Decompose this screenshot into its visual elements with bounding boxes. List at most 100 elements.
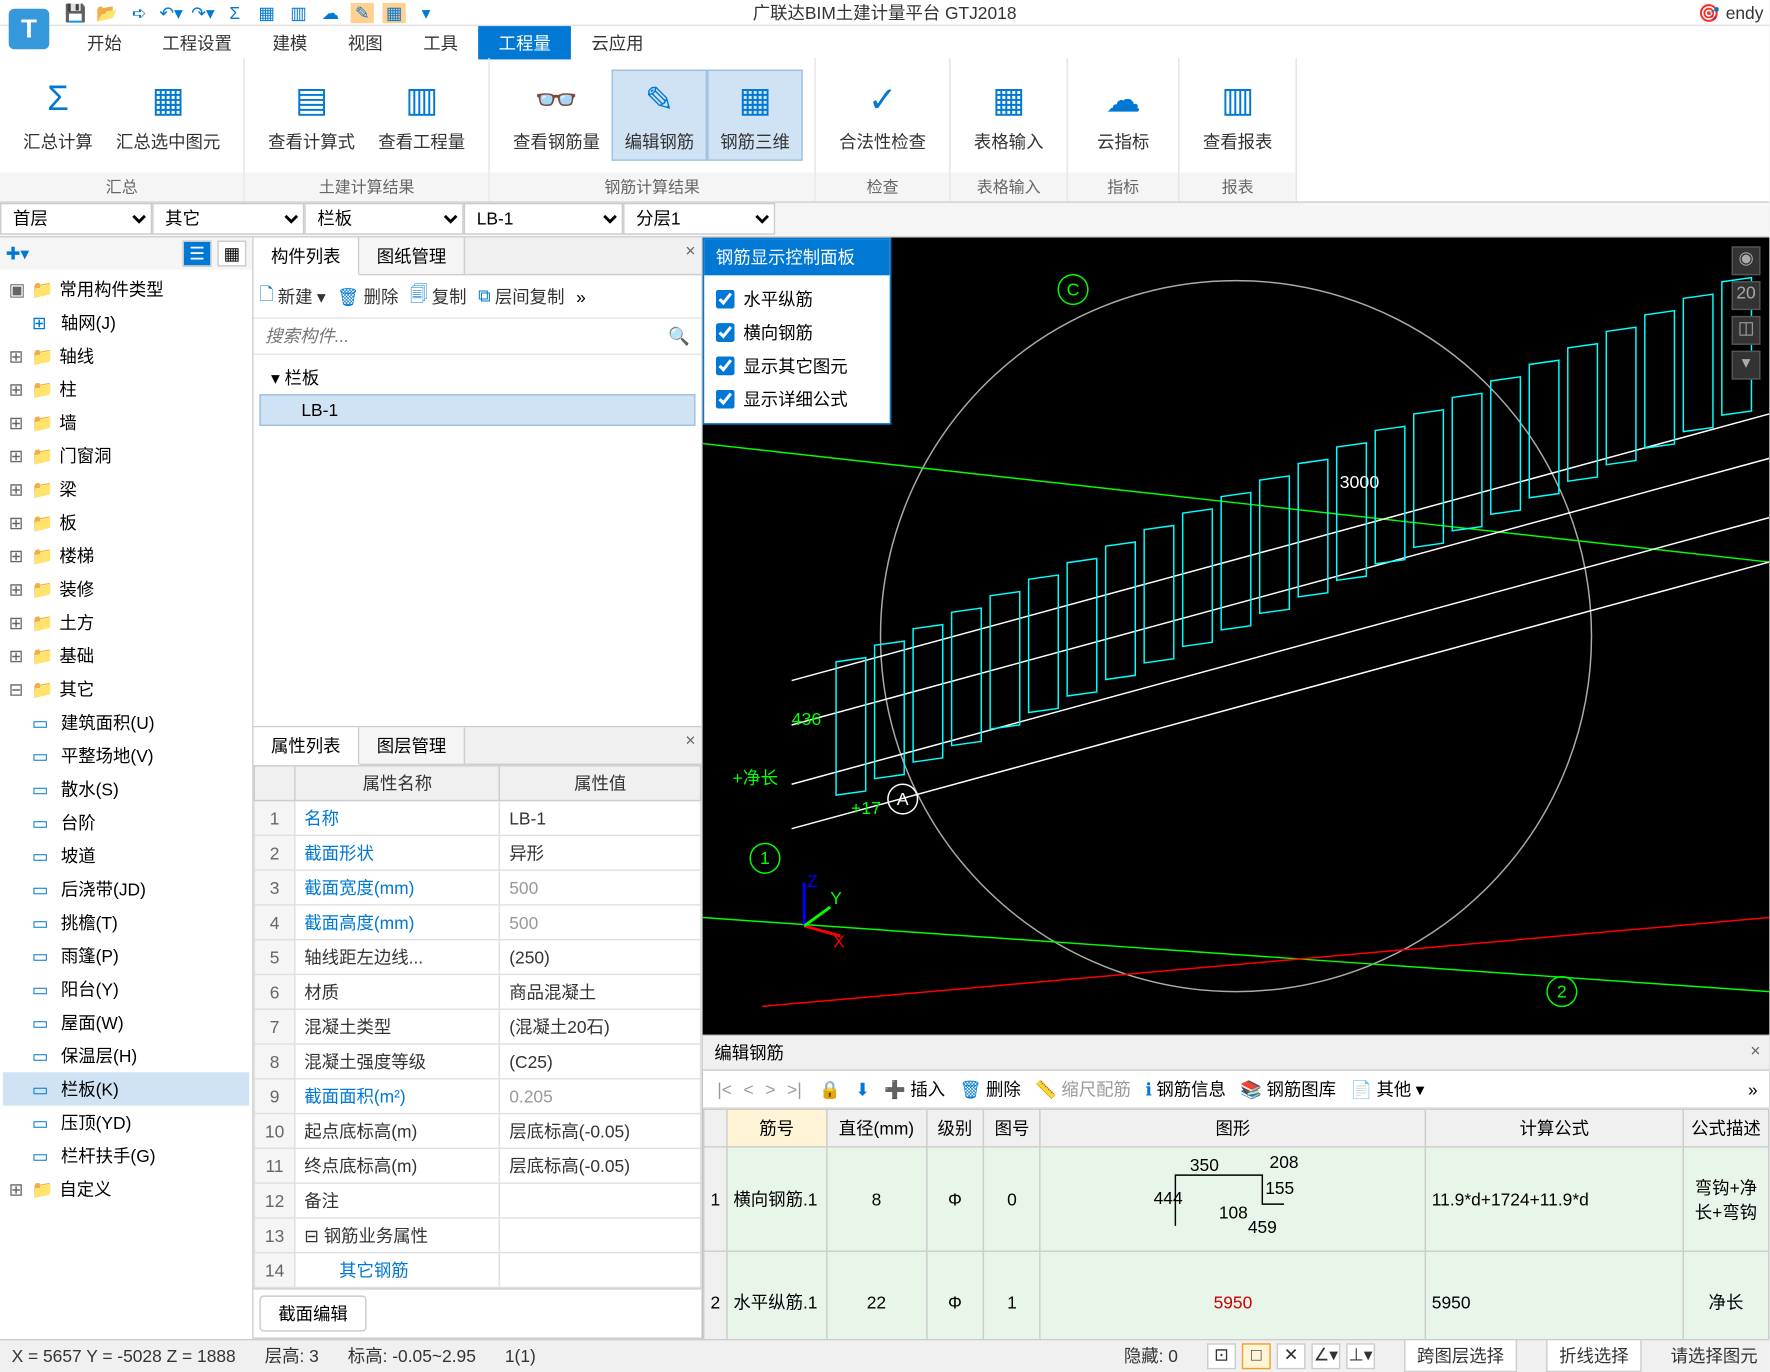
tree-root[interactable]: ▾ 栏板 — [259, 361, 695, 394]
tree-item[interactable]: ▭屋面(W) — [3, 1006, 249, 1039]
property-row[interactable]: 6材质商品混凝土 — [254, 974, 700, 1009]
tool-icon[interactable]: ⊡ — [1207, 1342, 1236, 1368]
ribbon-button[interactable]: ▦表格输入 — [962, 71, 1055, 159]
grid-icon[interactable]: ▦ — [255, 2, 278, 22]
tool-icon[interactable]: 20 — [1732, 281, 1761, 310]
import-icon[interactable]: ⬇ — [855, 1079, 870, 1099]
property-row[interactable]: 11终点底标高(m)层底标高(-0.05) — [254, 1148, 700, 1183]
col-header[interactable]: 直径(mm) — [826, 1109, 926, 1147]
tree-item-lb1[interactable]: LB-1 — [259, 394, 695, 426]
tree-item[interactable]: ⊞📁楼梯 — [3, 539, 249, 572]
tree-item[interactable]: ▭建筑面积(U) — [3, 706, 249, 739]
rebar-row[interactable]: 2水平纵筋.122Φ159505950净长 — [703, 1251, 1768, 1339]
col-header[interactable]: 筋号 — [727, 1109, 827, 1147]
undo-icon[interactable]: ↶▾ — [159, 2, 182, 22]
tree-item[interactable]: ▭后浇带(JD) — [3, 872, 249, 905]
tab-drawing-mgmt[interactable]: 图纸管理 — [359, 238, 465, 274]
copy-button[interactable]: 🗐复制 — [410, 281, 467, 311]
property-row[interactable]: 3截面宽度(mm)500 — [254, 870, 700, 905]
tool-icon[interactable]: ⊥▾ — [1346, 1342, 1375, 1368]
menu-item[interactable]: 工程量 — [478, 25, 571, 58]
last-icon[interactable]: >| — [784, 1079, 804, 1099]
print-icon[interactable]: ▾ — [414, 2, 437, 22]
close-icon[interactable]: × — [685, 241, 695, 261]
tree-item[interactable]: ⊞📁轴线 — [3, 339, 249, 372]
ribbon-button[interactable]: ✎编辑钢筋 — [612, 70, 708, 161]
checkbox[interactable] — [716, 323, 735, 342]
property-row[interactable]: 9截面面积(m²)0.205 — [254, 1079, 700, 1114]
first-icon[interactable]: |< — [714, 1079, 734, 1099]
type-select[interactable]: 栏板 — [304, 203, 463, 235]
ribbon-button[interactable]: ▥查看工程量 — [367, 71, 477, 159]
tree-item[interactable]: ▭台阶 — [3, 806, 249, 839]
property-row[interactable]: 12备注 — [254, 1183, 700, 1218]
tree-item[interactable]: ▭挑檐(T) — [3, 906, 249, 939]
floor-select[interactable]: 首层 — [0, 203, 152, 235]
layer-select[interactable]: 分层1 — [623, 203, 775, 235]
open-icon[interactable]: 📂 — [96, 2, 119, 22]
new-button[interactable]: 🗋新建 ▾ — [259, 281, 325, 311]
ribbon-button[interactable]: ▤查看计算式 — [257, 71, 367, 159]
tree-item[interactable]: ⊞📁门窗洞 — [3, 439, 249, 472]
sigma-icon[interactable]: Σ — [223, 2, 246, 22]
category-select[interactable]: 其它 — [152, 203, 304, 235]
property-row[interactable]: 8混凝土强度等级(C25) — [254, 1044, 700, 1079]
tree-item[interactable]: ▭保温层(H) — [3, 1039, 249, 1072]
checkbox-row[interactable]: 显示详细公式 — [716, 387, 878, 412]
ribbon-button[interactable]: ▦汇总选中图元 — [104, 71, 232, 159]
ribbon-button[interactable]: ▦钢筋三维 — [707, 70, 803, 161]
delete-button[interactable]: 🗑删除 — [960, 1077, 1021, 1102]
tree-item[interactable]: ⊞📁墙 — [3, 406, 249, 439]
section-edit-button[interactable]: 截面编辑 — [259, 1295, 366, 1331]
checkbox-row[interactable]: 水平纵筋 — [716, 287, 878, 312]
more-icon[interactable]: » — [576, 286, 586, 306]
tree-header[interactable]: ▣📁常用构件类型 — [3, 272, 249, 305]
lib-button[interactable]: 📚钢筋图库 — [1240, 1077, 1336, 1102]
grid-view-icon[interactable]: ▦ — [217, 241, 246, 267]
add-icon[interactable]: ✚▾ — [6, 243, 29, 263]
menu-item[interactable]: 开始 — [67, 25, 142, 58]
delete-button[interactable]: 🗑删除 — [337, 284, 398, 309]
close-icon[interactable]: × — [685, 730, 695, 750]
menu-item[interactable]: 工具 — [403, 25, 478, 58]
tool-icon[interactable]: ▾ — [1732, 351, 1761, 380]
tool-icon[interactable]: ∠▾ — [1311, 1342, 1340, 1368]
tree-item[interactable]: ▭栏板(K) — [3, 1072, 249, 1105]
menu-item[interactable]: 云应用 — [571, 25, 664, 58]
ruler-button[interactable]: 📏缩尺配筋 — [1035, 1077, 1131, 1102]
property-row[interactable]: 2截面形状异形 — [254, 835, 700, 870]
tree-item[interactable]: ⊟📁其它 — [3, 672, 249, 705]
lock-icon[interactable]: 🔒 — [819, 1079, 841, 1099]
property-row[interactable]: 4截面高度(mm)500 — [254, 905, 700, 940]
col-header[interactable]: 级别 — [926, 1109, 983, 1147]
tree-item[interactable]: ⊞📁基础 — [3, 639, 249, 672]
list-view-icon[interactable]: ☰ — [183, 241, 212, 267]
tree-item[interactable]: ▭栏杆扶手(G) — [3, 1139, 249, 1172]
tool-icon[interactable]: ✕ — [1277, 1342, 1306, 1368]
forward-icon[interactable]: ➪ — [128, 2, 151, 22]
more-icon[interactable]: » — [1748, 1079, 1758, 1099]
property-row[interactable]: 14 其它钢筋 — [254, 1253, 700, 1288]
rebar-row[interactable]: 1横向钢筋.18Φ0 208 350 155 444 108 45911.9*d… — [703, 1147, 1768, 1251]
ribbon-button[interactable]: 👓查看钢筋量 — [501, 71, 611, 159]
col-header[interactable]: 计算公式 — [1425, 1109, 1683, 1147]
close-icon[interactable]: × — [1750, 1040, 1760, 1060]
bars-icon[interactable]: ▦ — [383, 2, 406, 22]
tool-icon[interactable]: □ — [1242, 1342, 1271, 1368]
3d-viewport[interactable]: 钢筋显示控制面板 水平纵筋横向钢筋显示其它图元显示详细公式 C A 1 — [703, 238, 1769, 1035]
component-select[interactable]: LB-1 — [464, 203, 623, 235]
menu-item[interactable]: 建模 — [252, 25, 327, 58]
property-row[interactable]: 13⊟ 钢筋业务属性 — [254, 1218, 700, 1253]
checkbox[interactable] — [716, 390, 735, 409]
tab-properties[interactable]: 属性列表 — [254, 727, 360, 765]
checkbox[interactable] — [716, 290, 735, 309]
tree-item[interactable]: ⊞📁柱 — [3, 372, 249, 405]
insert-button[interactable]: ➕插入 — [884, 1077, 945, 1102]
user-badge[interactable]: endy — [1698, 2, 1763, 22]
tab-component-list[interactable]: 构件列表 — [254, 238, 360, 276]
tree-item[interactable]: ▭散水(S) — [3, 772, 249, 805]
tree-item[interactable]: ⊞📁装修 — [3, 572, 249, 605]
search-icon[interactable]: 🔍 — [659, 322, 698, 351]
ribbon-button[interactable]: ☁云指标 — [1080, 71, 1167, 159]
save-icon[interactable]: 💾 — [64, 2, 87, 22]
